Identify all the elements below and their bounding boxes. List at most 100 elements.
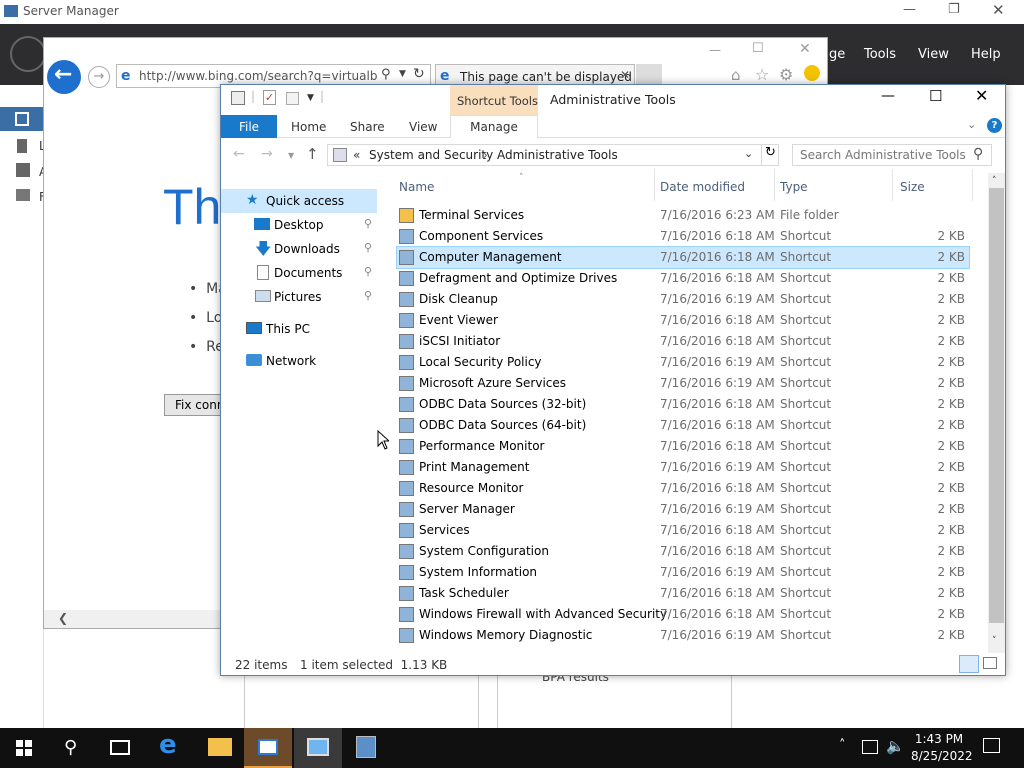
properties-icon[interactable]: [231, 91, 245, 105]
favorites-icon[interactable]: ☆: [755, 65, 769, 84]
back-icon[interactable]: [10, 36, 46, 72]
nav-downloads[interactable]: 🡇 Downloads ⚲: [221, 237, 377, 261]
scroll-left-icon[interactable]: ❮: [58, 611, 68, 625]
menu-manage[interactable]: ge: [829, 47, 845, 62]
smiley-icon[interactable]: [804, 65, 820, 81]
start-button[interactable]: [0, 728, 48, 768]
taskbar-ie[interactable]: e: [148, 728, 196, 768]
tab-view[interactable]: View: [409, 120, 437, 134]
taskbar-server-manager[interactable]: [342, 728, 390, 768]
address-dropdown-icon[interactable]: ⌄: [744, 147, 753, 160]
file-row[interactable]: Disk Cleanup 7/16/2016 6:19 AM Shortcut 2 K…: [397, 289, 969, 310]
help-icon[interactable]: ?: [987, 118, 1002, 133]
details-view-icon[interactable]: [959, 655, 979, 673]
nav-this-pc[interactable]: This PC: [221, 317, 377, 341]
explorer-maximize-icon[interactable]: ☐: [929, 87, 942, 105]
file-row[interactable]: Local Security Policy 7/16/2016 6:19 AM Sh…: [397, 352, 969, 373]
explorer-close-icon[interactable]: ✕: [975, 86, 988, 105]
task-view-button[interactable]: [96, 728, 144, 768]
file-row[interactable]: Computer Management 7/16/2016 6:18 AM Shor…: [396, 246, 970, 269]
file-row[interactable]: Windows Memory Diagnostic 7/16/2016 6:19 …: [397, 625, 969, 646]
up-icon[interactable]: ↑: [306, 145, 319, 163]
file-row[interactable]: System Configuration 7/16/2016 6:18 AM Sho…: [397, 541, 969, 562]
tab-share[interactable]: Share: [350, 120, 385, 134]
notification-icon[interactable]: [983, 738, 1000, 753]
file-row[interactable]: Task Scheduler 7/16/2016 6:18 AM Shortcut 2…: [397, 583, 969, 604]
volume-muted-icon[interactable]: 🔈: [886, 737, 905, 755]
search-placeholder[interactable]: Search Administrative Tools: [800, 148, 966, 162]
ie-maximize-icon[interactable]: ☐: [752, 41, 764, 56]
file-row[interactable]: Windows Firewall with Advanced Security 7…: [397, 604, 969, 625]
pin-icon[interactable]: ⚲: [364, 241, 372, 254]
refresh-icon[interactable]: ↻: [761, 145, 779, 165]
dashboard-nav[interactable]: [0, 107, 44, 131]
search-icon[interactable]: ⚲: [381, 67, 391, 82]
search-icon[interactable]: ⚲: [973, 146, 983, 162]
network-warning-icon[interactable]: [862, 740, 878, 754]
nav-pictures[interactable]: Pictures ⚲: [221, 285, 377, 309]
qat-dropdown-icon[interactable]: ▼: [307, 93, 314, 103]
fix-connection-button[interactable]: Fix conn: [164, 394, 224, 416]
clock-date[interactable]: 8/25/2022: [911, 749, 973, 763]
clock-time[interactable]: 1:43 PM: [913, 732, 965, 746]
file-row[interactable]: Resource Monitor 7/16/2016 6:18 AM Shortcu…: [397, 478, 969, 499]
ie-forward-icon[interactable]: →: [88, 66, 110, 88]
scrollbar-thumb[interactable]: [989, 188, 1004, 623]
search-box[interactable]: Search Administrative Tools ⚲: [792, 144, 992, 166]
file-row[interactable]: ODBC Data Sources (32-bit) 7/16/2016 6:18…: [397, 394, 969, 415]
breadcrumb-admin-tools[interactable]: Administrative Tools: [497, 148, 618, 162]
local-server-icon[interactable]: [17, 139, 27, 153]
col-name[interactable]: Name: [399, 180, 434, 194]
large-icons-view-icon[interactable]: [983, 657, 997, 669]
restore-icon[interactable]: ❐: [948, 2, 960, 17]
pin-icon[interactable]: ⚲: [364, 265, 372, 278]
file-row[interactable]: Server Manager 7/16/2016 6:19 AM Shortcut 2…: [397, 499, 969, 520]
col-divider[interactable]: [774, 169, 775, 201]
chevron-right-icon[interactable]: ›: [483, 148, 488, 162]
ribbon-expand-icon[interactable]: ⌄: [967, 118, 976, 131]
folder-row[interactable]: Terminal Services 7/16/2016 6:23 AM File f…: [397, 205, 969, 226]
chevron-up-icon[interactable]: ˄: [839, 738, 846, 753]
tab-close-icon[interactable]: ✕: [620, 68, 630, 82]
nav-desktop[interactable]: Desktop ⚲: [221, 213, 377, 237]
file-row[interactable]: iSCSI Initiator 7/16/2016 6:18 AM Shortcut…: [397, 331, 969, 352]
address-bar[interactable]: « System and Security › Administrative T…: [327, 144, 779, 166]
ie-minimize-icon[interactable]: —: [709, 43, 721, 57]
file-row[interactable]: Print Management 7/16/2016 6:19 AM Shortcu…: [397, 457, 969, 478]
gear-icon[interactable]: ⚙: [779, 65, 793, 84]
search-button[interactable]: ⚲: [48, 728, 96, 768]
taskbar-admin-tools[interactable]: [294, 728, 342, 768]
nav-back-icon[interactable]: ←: [233, 146, 245, 162]
file-row[interactable]: Performance Monitor 7/16/2016 6:18 AM Shor…: [397, 436, 969, 457]
tab-manage[interactable]: Manage: [450, 115, 538, 138]
col-type[interactable]: Type: [780, 180, 808, 194]
col-divider[interactable]: [654, 169, 655, 201]
scroll-down-icon[interactable]: ˅: [992, 636, 997, 646]
col-size[interactable]: Size: [900, 180, 925, 194]
vertical-scrollbar[interactable]: ˄ ˅: [988, 173, 1005, 653]
tab-file[interactable]: File: [221, 115, 277, 138]
file-row[interactable]: System Information 7/16/2016 6:19 AM Short…: [397, 562, 969, 583]
ie-address-text[interactable]: http://www.bing.com/search?q=virtualbox+: [139, 69, 377, 83]
menu-tools[interactable]: Tools: [864, 47, 896, 62]
file-row[interactable]: Component Services 7/16/2016 6:18 AM Short…: [397, 226, 969, 247]
pin-icon[interactable]: ⚲: [364, 217, 372, 230]
breadcrumb-system-security[interactable]: System and Security: [369, 148, 493, 162]
menu-view[interactable]: View: [918, 47, 949, 62]
taskbar-explorer-active[interactable]: [244, 728, 292, 768]
home-icon[interactable]: ⌂: [731, 66, 741, 84]
file-row[interactable]: Defragment and Optimize Drives 7/16/2016 …: [397, 268, 969, 289]
nav-forward-icon[interactable]: →: [261, 146, 273, 162]
menu-help[interactable]: Help: [971, 47, 1001, 62]
close-icon[interactable]: ✕: [992, 1, 1005, 19]
checklist-icon[interactable]: ✓: [263, 90, 276, 105]
file-row[interactable]: Services 7/16/2016 6:18 AM Shortcut 2 KB: [397, 520, 969, 541]
ie-back-button[interactable]: ←: [47, 60, 81, 94]
file-row[interactable]: Microsoft Azure Services 7/16/2016 6:19 A…: [397, 373, 969, 394]
new-folder-icon[interactable]: [286, 92, 299, 105]
scroll-up-icon[interactable]: ˄: [992, 176, 997, 186]
file-row[interactable]: Event Viewer 7/16/2016 6:18 AM Shortcut 2 K…: [397, 310, 969, 331]
col-date[interactable]: Date modified: [660, 180, 745, 194]
ie-close-icon[interactable]: ✕: [799, 41, 811, 57]
taskbar-file-explorer[interactable]: [196, 728, 244, 768]
